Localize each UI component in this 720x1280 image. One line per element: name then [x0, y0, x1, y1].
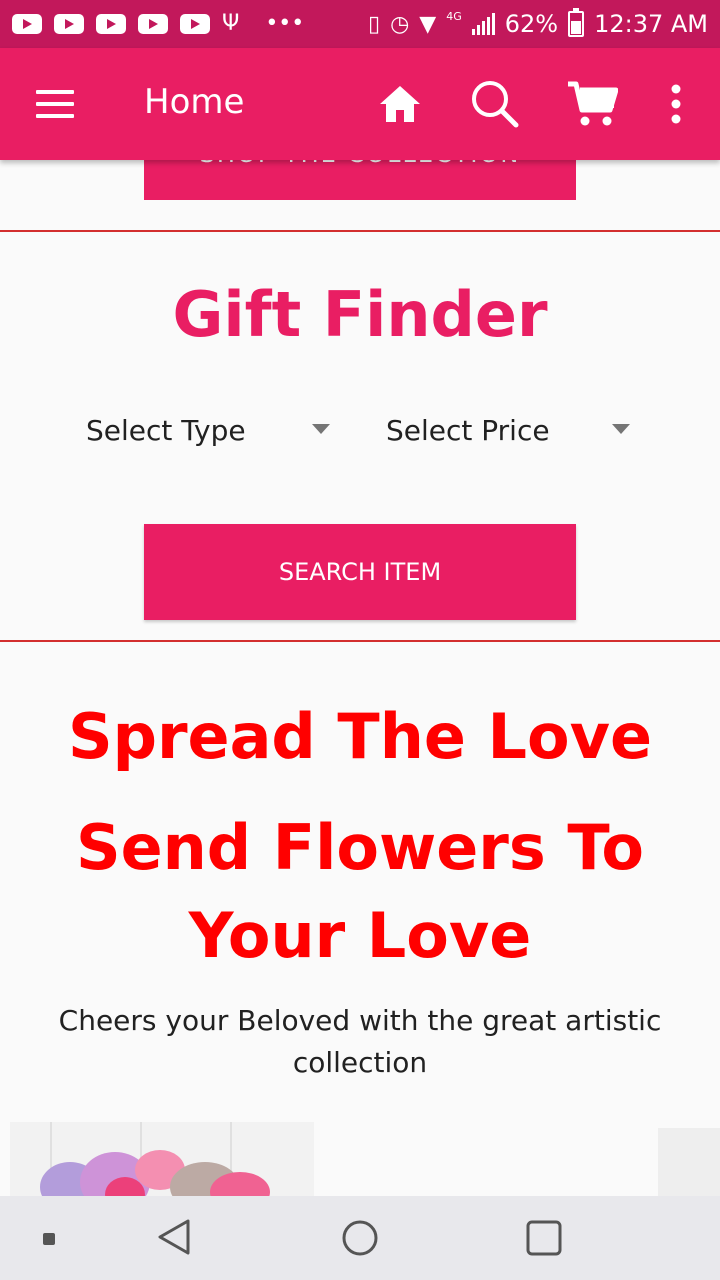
section-divider [0, 640, 720, 642]
wifi-icon: ▼ [419, 11, 437, 37]
app-bar: Home [0, 48, 720, 160]
section-divider [0, 230, 720, 232]
battery-icon [568, 8, 585, 37]
youtube-icon [12, 14, 42, 34]
cart-icon[interactable] [566, 78, 618, 130]
type-select-value: Select Type [86, 413, 246, 447]
search-item-button[interactable]: SEARCH ITEM [144, 524, 576, 620]
youtube-icon [54, 14, 84, 34]
battery-percent: 62% [504, 10, 559, 38]
more-vert-icon[interactable] [650, 78, 702, 130]
status-bar: Ψ ••• ▯ ◷ ▼ 4G 62% 12:37 AM [0, 0, 720, 48]
page-title: Home [144, 82, 245, 122]
system-nav-bar [0, 1196, 720, 1280]
promo-tagline: Cheers your Beloved with the great artis… [58, 1004, 662, 1079]
chevron-down-icon [312, 424, 330, 434]
home-icon[interactable] [374, 78, 426, 130]
menu-icon[interactable] [36, 90, 76, 118]
product-image[interactable] [10, 1122, 314, 1202]
more-notifications-icon: ••• [265, 11, 305, 36]
network-type-label: 4G [446, 9, 462, 23]
youtube-icon [96, 14, 126, 34]
system-icons: ▯ ◷ ▼ 4G 62% 12:37 AM [367, 8, 708, 38]
vibrate-icon: ▯ [367, 11, 381, 37]
product-card-next[interactable] [658, 1128, 720, 1200]
chevron-down-icon [612, 424, 630, 434]
notification-icons: Ψ ••• [12, 13, 304, 35]
signal-icon [471, 13, 495, 35]
gift-finder-title: Gift Finder [172, 278, 548, 351]
price-select-value: Select Price [386, 413, 550, 447]
usb-icon: Ψ [222, 11, 240, 36]
price-select[interactable]: Select Price [386, 400, 638, 460]
home-circle-icon[interactable] [338, 1216, 382, 1260]
youtube-icon [180, 14, 210, 34]
clock: 12:37 AM [594, 10, 708, 38]
youtube-icon [138, 14, 168, 34]
recents-icon[interactable] [522, 1216, 566, 1260]
promo-heading: Spread The Love [67, 700, 653, 773]
back-icon[interactable] [154, 1216, 196, 1258]
alarm-icon: ◷ [390, 11, 410, 37]
promo-subheading: Send Flowers To Your Love [75, 811, 645, 972]
menu-square-icon[interactable] [42, 1232, 56, 1246]
type-select[interactable]: Select Type [86, 400, 338, 460]
search-icon[interactable] [468, 78, 520, 130]
